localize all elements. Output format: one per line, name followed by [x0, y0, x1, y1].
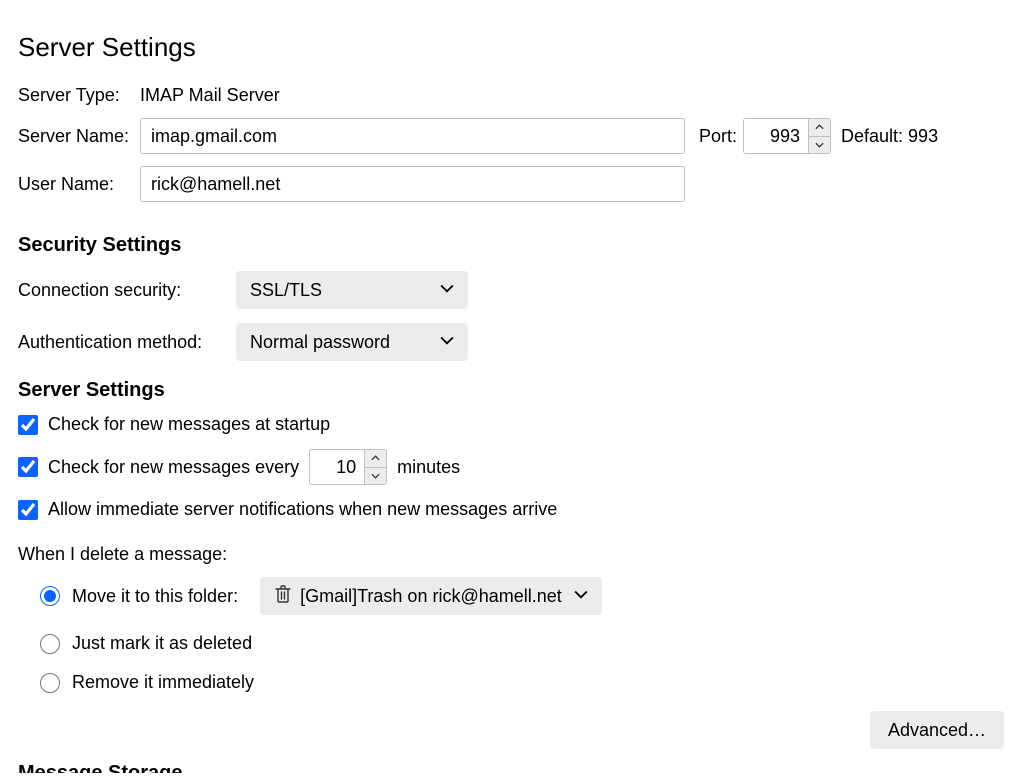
server-name-input[interactable] [140, 118, 685, 154]
port-input[interactable] [744, 119, 808, 153]
connection-security-value: SSL/TLS [250, 280, 322, 301]
allow-immediate-checkbox[interactable] [18, 500, 38, 520]
delete-mark-radio[interactable] [40, 634, 60, 654]
allow-immediate-label: Allow immediate server notifications whe… [48, 499, 557, 520]
check-interval-stepper[interactable] [309, 449, 387, 485]
port-step-down[interactable] [809, 137, 830, 154]
port-stepper[interactable] [743, 118, 831, 154]
connection-security-label: Connection security: [18, 280, 236, 301]
delete-move-radio[interactable] [40, 586, 60, 606]
check-interval-post-label: minutes [397, 457, 460, 478]
page-title: Server Settings [18, 32, 1006, 63]
delete-mark-label: Just mark it as deleted [72, 633, 252, 654]
delete-folder-value: [Gmail]Trash on rick@hamell.net [300, 586, 562, 607]
delete-move-label: Move it to this folder: [72, 586, 238, 607]
chevron-up-icon [815, 124, 824, 130]
chevron-up-icon [371, 455, 380, 461]
auth-method-select[interactable]: Normal password [236, 323, 468, 361]
delete-heading: When I delete a message: [18, 544, 1006, 565]
check-startup-checkbox[interactable] [18, 415, 38, 435]
interval-step-down[interactable] [365, 468, 386, 485]
check-startup-label: Check for new messages at startup [48, 414, 330, 435]
security-heading: Security Settings [18, 234, 1006, 257]
interval-step-up[interactable] [365, 450, 386, 468]
check-interval-checkbox[interactable] [18, 457, 38, 477]
default-port-label: Default: 993 [841, 126, 938, 147]
auth-method-label: Authentication method: [18, 332, 236, 353]
message-storage-heading: Message Storage [18, 763, 1006, 773]
advanced-button[interactable]: Advanced… [870, 711, 1004, 749]
server-settings-heading: Server Settings [18, 379, 1006, 402]
user-name-input[interactable] [140, 166, 685, 202]
chevron-down-icon [440, 280, 454, 301]
check-interval-input[interactable] [310, 450, 364, 484]
delete-remove-radio[interactable] [40, 673, 60, 693]
chevron-down-icon [815, 142, 824, 148]
auth-method-value: Normal password [250, 332, 390, 353]
check-interval-pre-label: Check for new messages every [48, 457, 299, 478]
port-step-up[interactable] [809, 119, 830, 137]
connection-security-select[interactable]: SSL/TLS [236, 271, 468, 309]
chevron-down-icon [574, 586, 588, 607]
chevron-down-icon [440, 332, 454, 353]
chevron-down-icon [371, 473, 380, 479]
server-type-label: Server Type: [18, 85, 140, 106]
port-label: Port: [699, 126, 737, 147]
trash-icon [274, 584, 292, 609]
user-name-label: User Name: [18, 174, 140, 195]
delete-folder-select[interactable]: [Gmail]Trash on rick@hamell.net [260, 577, 602, 615]
server-type-value: IMAP Mail Server [140, 85, 280, 106]
delete-remove-label: Remove it immediately [72, 672, 254, 693]
server-name-label: Server Name: [18, 126, 140, 147]
